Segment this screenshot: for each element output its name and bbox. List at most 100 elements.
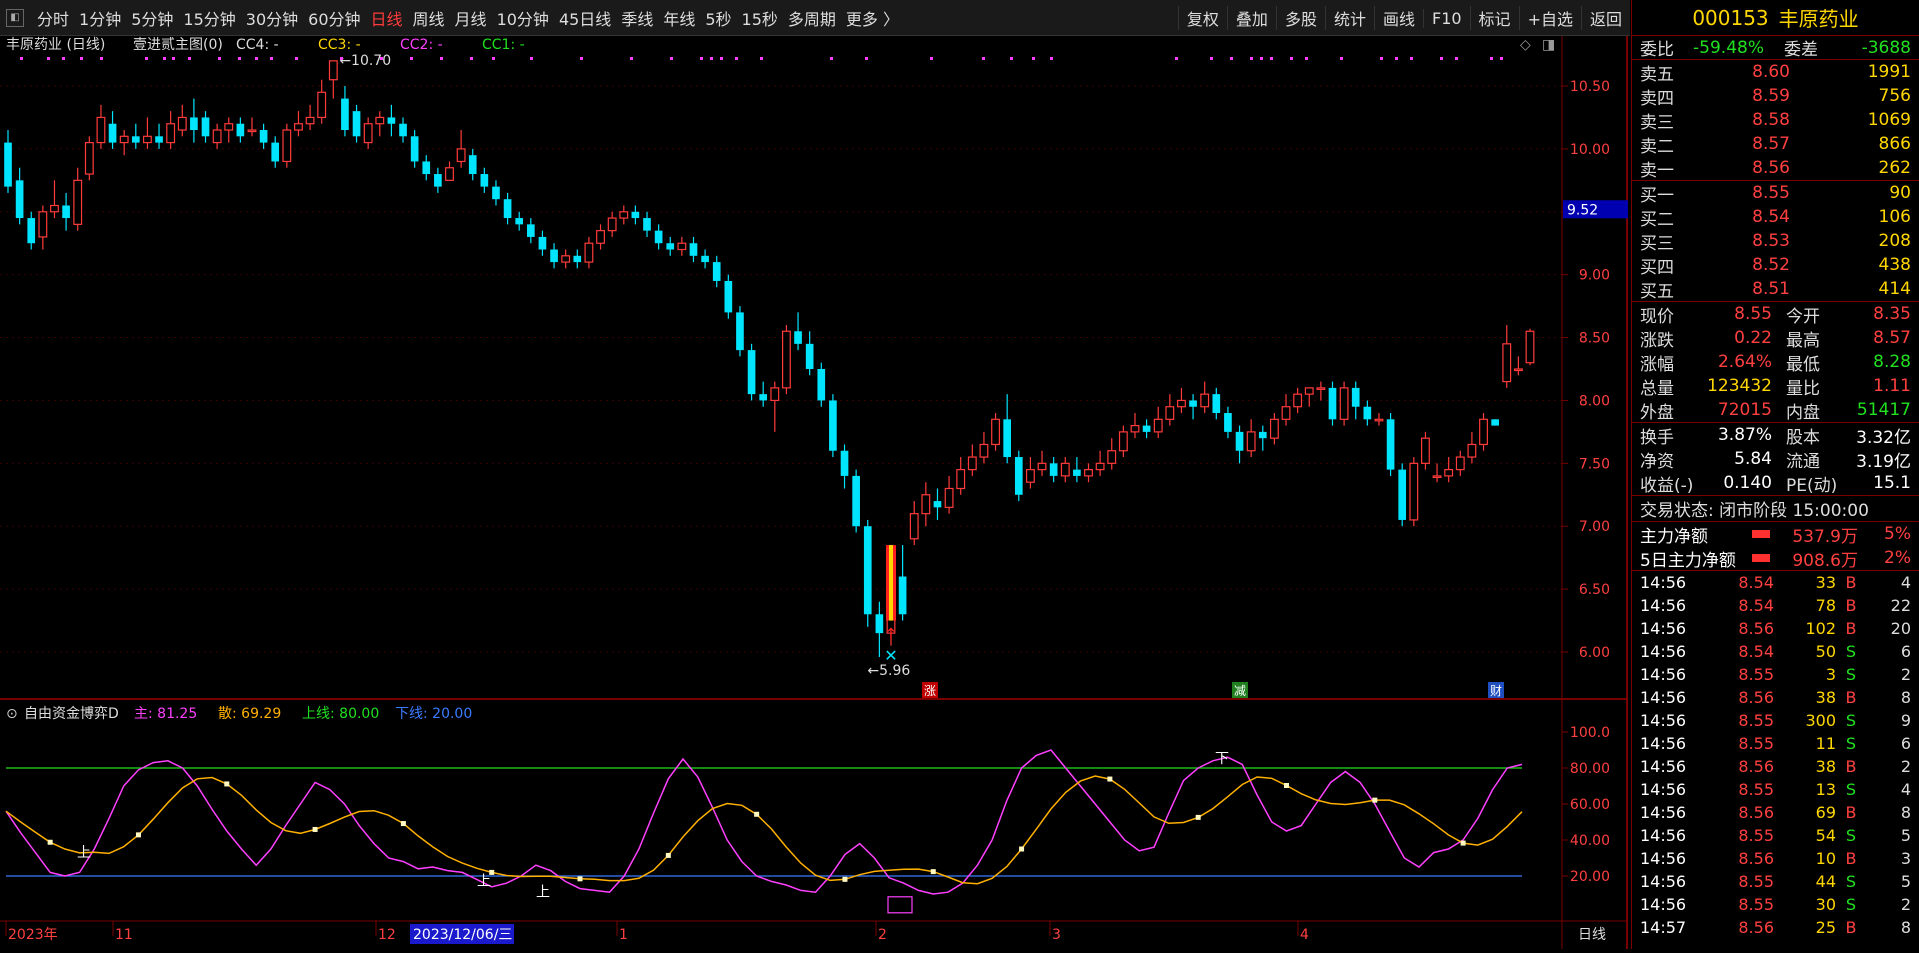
candle [1153,406,1163,439]
period-tab-14[interactable]: 15秒 [737,6,783,30]
stat-label: 今开 [1786,306,1820,327]
period-tab-11[interactable]: 季线 [616,6,658,30]
signal-dot [1305,57,1308,60]
stat-label: 现价 [1640,306,1674,327]
signal-dot [1230,57,1233,60]
stat-label: 外盘 [1640,402,1674,423]
period-tab-13[interactable]: 5秒 [700,6,736,30]
tick-volume: 11 [1815,734,1836,753]
candle [1339,381,1349,426]
ask-price: 8.59 [1752,86,1790,106]
bid-volume: 90 [1889,183,1911,203]
panel-toggle-icon[interactable]: ◨ [1542,37,1555,53]
candle [933,488,942,520]
candle [1328,381,1337,426]
candle [1386,413,1395,476]
stat-value: 8.35 [1873,304,1911,324]
period-tab-12[interactable]: 年线 [658,6,700,30]
candle [131,123,140,149]
date-label: 1 [619,927,628,943]
candle [712,255,721,288]
chart-area[interactable]: 10.5010.009.509.008.508.007.507.006.506.… [0,36,1628,949]
flow-pct: 5% [1884,524,1911,544]
period-tab-8[interactable]: 月线 [450,6,492,30]
candle [1258,425,1267,451]
osc-retail-point [1107,776,1113,782]
osc-collapse-icon[interactable]: ⊙ [6,706,18,722]
candle [770,381,780,432]
period-tab-10[interactable]: 45日线 [554,6,616,30]
low-price-label: ←5.96 [867,663,910,679]
stock-code: 000153 [1692,5,1769,30]
toolbar-button-5[interactable]: F10 [1422,8,1470,28]
tick-volume: 33 [1815,573,1836,592]
candle [166,111,176,149]
flow-pct: 2% [1884,548,1911,568]
trade-status: 交易状态: 闭市阶段 15:00:00 [1632,496,1919,522]
candle [805,331,814,376]
tick-price: 8.55 [1738,826,1774,845]
price-tick-label: 8.00 [1579,393,1610,409]
toolbar-button-0[interactable]: 复权 [1177,6,1227,30]
diamond-icon[interactable]: ◇ [1520,37,1531,53]
tick-count: 3 [1900,849,1911,868]
candle [677,236,687,256]
ask-book: 卖五 8.60 1991 卖四 8.59 756 卖三 8.58 1069 卖二 8.57 866 卖一… [1632,60,1919,181]
period-tab-3[interactable]: 15分钟 [178,6,240,30]
period-tab-1[interactable]: 1分钟 [74,6,126,30]
toolbar-button-3[interactable]: 统计 [1324,6,1374,30]
chart-stock-label: 丰原药业 (日线) [6,37,105,53]
signal-dot [100,57,103,60]
toolbar-button-6[interactable]: 标记 [1469,6,1519,30]
stat-label: 量比 [1786,378,1820,399]
period-tab-16[interactable]: 更多 〉 [841,6,904,30]
signal-dot [865,57,868,60]
tick-side: B [1845,619,1857,638]
signal-dot [1032,57,1035,60]
price-tick-label: 7.00 [1579,519,1610,535]
tick-row: 14:56 8.55 13 S 4 [1632,778,1919,801]
tick-count: 2 [1900,757,1911,776]
period-tab-0[interactable]: 分时 [32,6,74,30]
toolbar-button-2[interactable]: 多股 [1275,6,1325,30]
period-tab-9[interactable]: 10分钟 [492,6,554,30]
toolbar-button-1[interactable]: 叠加 [1226,6,1276,30]
signal-dot [163,57,166,60]
tick-list[interactable]: 14:56 8.54 33 B 4 14:56 8.54 78 B 22 14:56 8.56 102 B… [1632,571,1919,939]
tick-side: B [1845,688,1857,707]
collapse-icon[interactable]: ◧ [6,8,24,27]
toolbar-button-4[interactable]: 画线 [1373,6,1423,30]
ask-label: 卖三 [1640,112,1674,133]
period-tab-7[interactable]: 周线 [408,6,450,30]
fundamental-value: 15.1 [1873,473,1911,493]
tick-side: B [1845,596,1857,615]
toolbar-button-7[interactable]: +自选 [1518,6,1581,30]
tick-count: 8 [1900,688,1911,707]
candle [1269,413,1279,445]
stat-value: 1.11 [1873,376,1911,396]
toolbar-button-8[interactable]: 返回 [1580,6,1630,30]
candle [724,274,733,319]
period-tab-5[interactable]: 60分钟 [303,6,365,30]
tick-side: S [1845,895,1857,914]
fundamental-row: 净资 5.84 流通 3.19亿 [1632,447,1919,472]
kline-chart[interactable]: 10.5010.009.509.008.508.007.507.006.506.… [0,36,1628,949]
period-tab-6[interactable]: 日线 [366,6,408,30]
osc-retail-point [1195,814,1201,820]
candle [1037,450,1047,476]
period-tab-2[interactable]: 5分钟 [126,6,178,30]
signal-dot [492,57,495,60]
stat-label: 最高 [1786,330,1820,351]
candle [155,123,163,149]
tick-count: 22 [1890,596,1911,615]
period-tab-15[interactable]: 多周期 [783,6,841,30]
tick-volume: 38 [1815,757,1836,776]
tick-count: 2 [1900,895,1911,914]
candle [73,167,83,231]
tick-count: 5 [1900,826,1911,845]
fundamental-value: 3.32亿 [1856,427,1911,448]
candle [736,306,744,357]
period-tab-4[interactable]: 30分钟 [241,6,303,30]
tick-price: 8.55 [1738,665,1774,684]
chart-template-label[interactable]: 壹进贰主图(0) [133,36,223,53]
